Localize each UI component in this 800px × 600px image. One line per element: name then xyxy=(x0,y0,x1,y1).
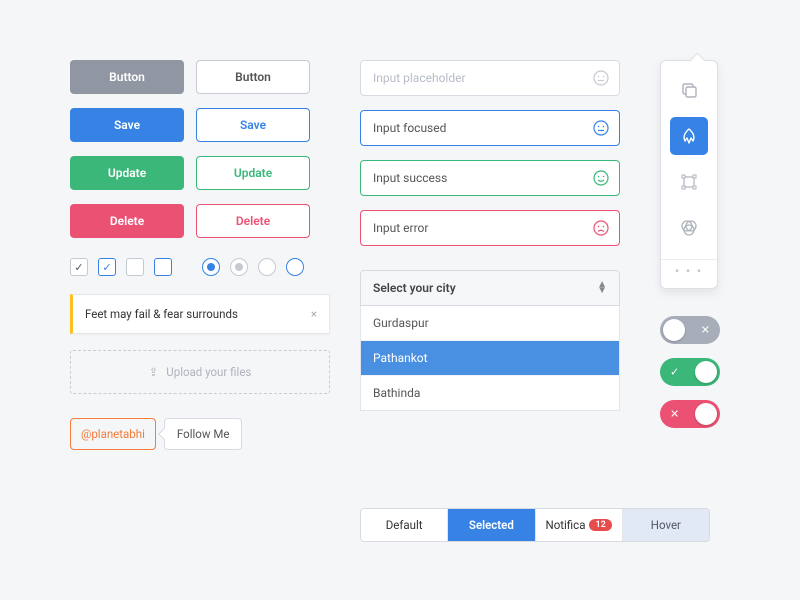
chevron-updown-icon: ▲▼ xyxy=(597,282,607,294)
layers-icon[interactable] xyxy=(670,71,708,109)
text-input-placeholder[interactable]: Input placeholder xyxy=(360,60,620,96)
text-input-success[interactable]: Input success xyxy=(360,160,620,196)
input-text: Input success xyxy=(373,171,447,185)
update-button-outline[interactable]: Update xyxy=(196,156,310,190)
user-handle[interactable]: @planetabhi xyxy=(70,418,156,450)
tab-notification[interactable]: Notifica 12 xyxy=(536,509,623,541)
delete-button-solid[interactable]: Delete xyxy=(70,204,184,238)
input-text: Input placeholder xyxy=(373,71,466,85)
input-text: Input error xyxy=(373,221,428,235)
city-option[interactable]: Bathinda xyxy=(361,376,619,410)
text-input-error[interactable]: Input error xyxy=(360,210,620,246)
sad-face-icon xyxy=(593,220,609,236)
pen-icon[interactable] xyxy=(670,117,708,155)
upload-label: Upload your files xyxy=(166,365,251,379)
upload-dropzone[interactable]: ⇪ Upload your files xyxy=(70,350,330,394)
checkbox-checked-outline[interactable] xyxy=(98,258,116,276)
city-option[interactable]: Gurdaspur xyxy=(361,306,619,341)
checkbox-empty-blue[interactable] xyxy=(154,258,172,276)
tab-bar: Default Selected Notifica 12 Hover xyxy=(360,508,710,542)
checkbox-checked[interactable] xyxy=(70,258,88,276)
tab-selected[interactable]: Selected xyxy=(448,509,535,541)
input-text: Input focused xyxy=(373,121,446,135)
radio-empty[interactable] xyxy=(258,258,276,276)
upload-icon: ⇪ xyxy=(149,365,159,379)
tab-label: Notifica xyxy=(545,518,585,532)
filters-icon[interactable] xyxy=(670,209,708,247)
alert-close-icon[interactable]: × xyxy=(311,307,317,321)
text-input-focused[interactable]: Input focused xyxy=(360,110,620,146)
transform-icon[interactable] xyxy=(670,163,708,201)
button-default-outline[interactable]: Button xyxy=(196,60,310,94)
city-select[interactable]: Select your city ▲▼ xyxy=(360,270,620,306)
save-button-solid[interactable]: Save xyxy=(70,108,184,142)
city-option-selected[interactable]: Pathankot xyxy=(361,341,619,376)
close-icon: ✕ xyxy=(670,408,679,421)
checkbox-radio-row xyxy=(70,258,330,276)
toggle-knob xyxy=(695,403,717,425)
tab-default[interactable]: Default xyxy=(361,509,448,541)
toggle-on-success[interactable]: ✓ xyxy=(660,358,720,386)
alert-text: Feet may fail & fear surrounds xyxy=(85,307,238,321)
radio-selected-gray[interactable] xyxy=(230,258,248,276)
tab-hover[interactable]: Hover xyxy=(623,509,709,541)
button-default-solid[interactable]: Button xyxy=(70,60,184,94)
check-icon: ✓ xyxy=(670,366,679,379)
follow-button[interactable]: Follow Me xyxy=(164,418,243,450)
neutral-face-icon xyxy=(593,120,609,136)
notification-badge: 12 xyxy=(589,519,611,531)
toggle-knob xyxy=(663,319,685,341)
select-label: Select your city xyxy=(373,281,456,295)
toggle-knob xyxy=(695,361,717,383)
more-icon[interactable]: • • • xyxy=(661,259,717,282)
delete-button-outline[interactable]: Delete xyxy=(196,204,310,238)
smile-face-icon xyxy=(593,170,609,186)
city-dropdown: Gurdaspur Pathankot Bathinda xyxy=(360,306,620,411)
update-button-solid[interactable]: Update xyxy=(70,156,184,190)
checkbox-empty[interactable] xyxy=(126,258,144,276)
close-icon: ✕ xyxy=(701,324,710,337)
alert-warning: Feet may fail & fear surrounds × xyxy=(70,294,330,334)
save-button-outline[interactable]: Save xyxy=(196,108,310,142)
radio-empty-blue[interactable] xyxy=(286,258,304,276)
neutral-face-icon xyxy=(593,70,609,86)
tool-popover: • • • xyxy=(660,60,718,289)
toggle-off[interactable]: ✕ xyxy=(660,316,720,344)
toggle-on-danger[interactable]: ✕ xyxy=(660,400,720,428)
radio-selected-blue[interactable] xyxy=(202,258,220,276)
